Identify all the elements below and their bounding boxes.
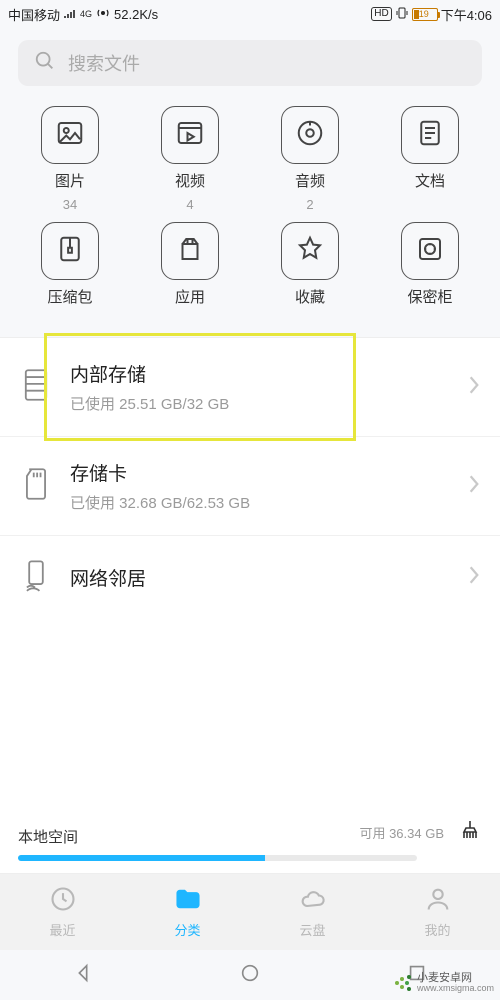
local-space-available: 可用 36.34 GB: [359, 823, 444, 842]
storage-title: 存储卡: [70, 459, 450, 486]
folder-icon: [174, 885, 202, 916]
image-icon: [55, 118, 85, 153]
hotspot-icon: [96, 6, 110, 23]
category-count: 4: [186, 197, 193, 212]
watermark-logo-icon: [393, 973, 413, 993]
safe-icon: [415, 234, 445, 269]
category-video[interactable]: 视频 4: [130, 106, 250, 212]
tab-mine[interactable]: 我的: [375, 874, 500, 950]
cloud-icon: [299, 885, 327, 916]
search-placeholder: 搜索文件: [68, 50, 140, 76]
local-space-bar: 本地空间 可用 36.34 GB: [0, 808, 500, 874]
hd-badge: HD: [371, 7, 391, 21]
tab-label: 最近: [49, 920, 75, 939]
storage-progress-fill: [18, 855, 265, 861]
tab-label: 我的: [424, 920, 450, 939]
watermark: 小麦安卓网 www.xmsigma.com: [393, 972, 494, 994]
chevron-right-icon: [468, 474, 480, 499]
search-icon: [34, 50, 56, 77]
category-favorites[interactable]: 收藏: [250, 222, 370, 313]
status-bar: 中国移动 4G 52.2K/s HD 19 下午4:06: [0, 0, 500, 28]
category-images[interactable]: 图片 34: [10, 106, 130, 212]
storage-title: 内部存储: [70, 360, 450, 387]
nav-home-icon[interactable]: [239, 962, 261, 989]
category-label: 压缩包: [47, 286, 92, 307]
category-grid: 图片 34 视频 4 音频 2 文档 压缩包 应用 收藏 保密柜: [0, 94, 500, 337]
chevron-right-icon: [468, 565, 480, 590]
category-label: 图片: [55, 170, 85, 191]
tab-recent[interactable]: 最近: [0, 874, 125, 950]
category-label: 音频: [295, 170, 325, 191]
star-icon: [295, 234, 325, 269]
local-space-label: 本地空间: [18, 826, 78, 847]
vibrate-icon: [395, 6, 409, 23]
storage-subtitle: 已使用 25.51 GB/32 GB: [70, 393, 450, 414]
network-icon: [22, 558, 50, 597]
carrier-label: 中国移动: [8, 5, 60, 24]
internal-storage-icon: [22, 368, 50, 407]
search-input[interactable]: 搜索文件: [18, 40, 482, 86]
net-badge: 4G: [80, 9, 92, 19]
storage-internal[interactable]: 内部存储 已使用 25.51 GB/32 GB: [0, 338, 500, 437]
category-apps[interactable]: 应用: [130, 222, 250, 313]
storage-list: 内部存储 已使用 25.51 GB/32 GB 存储卡 已使用 32.68 GB…: [0, 337, 500, 619]
watermark-url: www.xmsigma.com: [417, 984, 494, 994]
tab-label: 云盘: [299, 920, 325, 939]
tab-categories[interactable]: 分类: [125, 874, 250, 950]
document-icon: [415, 118, 445, 153]
clock-icon: [49, 885, 77, 916]
person-icon: [424, 885, 452, 916]
category-label: 文档: [415, 170, 445, 191]
category-audio[interactable]: 音频 2: [250, 106, 370, 212]
storage-sdcard[interactable]: 存储卡 已使用 32.68 GB/62.53 GB: [0, 437, 500, 536]
chevron-right-icon: [468, 375, 480, 400]
sd-card-icon: [22, 467, 50, 506]
storage-title: 网络邻居: [70, 564, 450, 591]
category-safe[interactable]: 保密柜: [370, 222, 490, 313]
category-document[interactable]: 文档: [370, 106, 490, 212]
zip-icon: [55, 234, 85, 269]
signal-icon: [64, 7, 76, 22]
category-label: 视频: [175, 170, 205, 191]
clean-icon[interactable]: [458, 818, 482, 847]
app-icon: [175, 234, 205, 269]
battery-icon: 19: [412, 8, 438, 21]
audio-icon: [295, 118, 325, 153]
tab-cloud[interactable]: 云盘: [250, 874, 375, 950]
tab-label: 分类: [174, 920, 200, 939]
category-label: 应用: [175, 286, 205, 307]
clock-label: 下午4:06: [441, 5, 492, 24]
storage-progress: [18, 855, 417, 861]
spacer: [0, 619, 500, 808]
category-zip[interactable]: 压缩包: [10, 222, 130, 313]
search-container: 搜索文件: [0, 28, 500, 94]
net-speed: 52.2K/s: [114, 7, 158, 22]
bottom-tab-bar: 最近 分类 云盘 我的: [0, 874, 500, 950]
category-label: 收藏: [295, 286, 325, 307]
video-icon: [175, 118, 205, 153]
category-label: 保密柜: [407, 286, 452, 307]
storage-subtitle: 已使用 32.68 GB/62.53 GB: [70, 492, 450, 513]
storage-network[interactable]: 网络邻居: [0, 536, 500, 619]
nav-back-icon[interactable]: [72, 962, 94, 989]
category-count: 34: [63, 197, 77, 212]
category-count: 2: [306, 197, 313, 212]
